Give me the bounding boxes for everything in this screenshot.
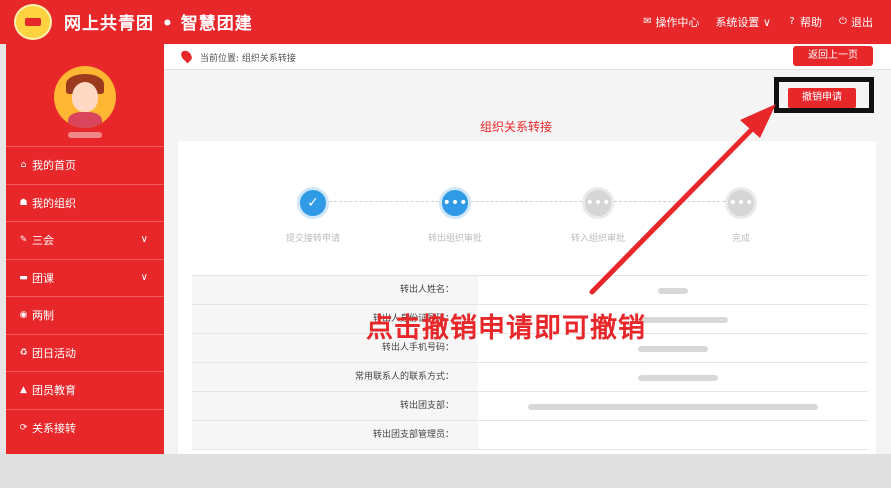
info-value bbox=[478, 421, 868, 449]
help-icon: ? bbox=[789, 16, 795, 27]
step-label: 转出组织审批 bbox=[427, 234, 482, 244]
brand-title: 网上共青团 • 智慧团建 bbox=[64, 9, 253, 34]
sidebar-item-label: 团日活动 bbox=[32, 346, 76, 360]
top-nav-item[interactable]: ⏻ 退出 bbox=[838, 14, 873, 30]
main-content: 当前位置: 组织关系转接 返回上一页 撤销申请 组织关系转接 ✓ 提交接转申请 ••… bbox=[164, 44, 891, 454]
sidebar-item-label: 团课 bbox=[32, 271, 54, 285]
top-nav-item[interactable]: ? 帮助 bbox=[787, 14, 822, 30]
breadcrumb-bar: 当前位置: 组织关系转接 返回上一页 bbox=[164, 44, 891, 70]
check-icon: ✓ bbox=[297, 187, 329, 219]
top-nav: ✉ 操作中心 系统设置 ∨? 帮助 ⏻ 退出 bbox=[642, 14, 873, 30]
chevron-down-icon: ∨ bbox=[140, 234, 148, 245]
more-dots-icon: ••• bbox=[725, 187, 757, 219]
home-icon: ⌂ bbox=[20, 160, 27, 171]
sidebar: ⌂ 我的首页 ☗ 我的组织 ✎ 三会 ∨ ▬ 团课 ∨ ◉ 两制 ♻ 团日活动 ▲ 团员教育 ⟳ 关系接转 bbox=[6, 44, 164, 454]
bottom-strip bbox=[0, 454, 891, 488]
username-redacted bbox=[68, 132, 102, 138]
sidebar-item-label: 关系接转 bbox=[32, 421, 76, 435]
sidebar-item-label: 我的组织 bbox=[32, 196, 76, 210]
sidebar-item-label: 三会 bbox=[32, 234, 54, 248]
graduation-icon: ▲ bbox=[20, 385, 27, 396]
sidebar-item-label: 我的首页 bbox=[32, 159, 76, 173]
power-icon: ⏻ bbox=[839, 16, 847, 27]
redacted-value bbox=[658, 288, 688, 294]
highlight-box bbox=[774, 77, 874, 113]
redacted-value bbox=[638, 375, 718, 381]
brand-main: 网上共青团 bbox=[64, 14, 154, 34]
progress-step: ••• 转入组织审批 bbox=[538, 187, 658, 244]
info-row: 转出团支部： bbox=[192, 392, 868, 421]
step-label: 转入组织审批 bbox=[570, 234, 625, 244]
step-label: 完成 bbox=[731, 234, 750, 244]
edit-icon: ✎ bbox=[19, 235, 28, 246]
info-value bbox=[478, 363, 868, 391]
progress-step: ✓ 提交接转申请 bbox=[253, 187, 373, 244]
info-row: 转出人姓名： bbox=[192, 276, 868, 305]
chevron-down-icon: ∨ bbox=[140, 271, 148, 283]
location-pin-icon bbox=[179, 48, 194, 64]
breadcrumb: 当前位置: 组织关系转接 bbox=[200, 54, 296, 64]
sidebar-item-label: 两制 bbox=[32, 309, 54, 323]
league-logo-icon bbox=[14, 4, 52, 40]
top-nav-item[interactable]: 系统设置 ∨ bbox=[715, 14, 771, 30]
group-icon: ☗ bbox=[19, 197, 28, 208]
redacted-value bbox=[638, 317, 728, 323]
sidebar-item[interactable]: ◉ 两制 bbox=[6, 296, 164, 334]
info-value bbox=[478, 276, 868, 304]
sidebar-item[interactable]: ☗ 我的组织 bbox=[6, 183, 164, 222]
redacted-value bbox=[528, 404, 818, 410]
recycle-icon: ♻ bbox=[19, 347, 28, 358]
circle-icon: ◉ bbox=[19, 310, 28, 321]
progress-step: ••• 完成 bbox=[681, 187, 801, 244]
annotation-text: 点击撤销申请即可撤销 bbox=[366, 313, 646, 344]
more-dots-icon: ••• bbox=[582, 187, 614, 219]
info-row: 常用联系人的联系方式： bbox=[192, 363, 868, 392]
info-value bbox=[478, 392, 868, 420]
top-nav-label: 退出 bbox=[851, 16, 873, 29]
info-row: 转出团支部管理员： bbox=[192, 421, 868, 450]
back-button[interactable]: 返回上一页 bbox=[793, 46, 873, 66]
folder-icon: ▬ bbox=[19, 272, 28, 283]
sidebar-menu: ⌂ 我的首页 ☗ 我的组织 ✎ 三会 ∨ ▬ 团课 ∨ ◉ 两制 ♻ 团日活动 ▲ 团员教育 ⟳ 关系接转 bbox=[6, 146, 164, 446]
sidebar-item[interactable]: ⌂ 我的首页 bbox=[6, 146, 164, 184]
info-key: 常用联系人的联系方式： bbox=[192, 363, 478, 391]
sidebar-item-label: 团员教育 bbox=[32, 384, 76, 398]
transfer-card: ✓ 提交接转申请 ••• 转出组织审批 ••• 转入组织审批 ••• 完成 转出人姓名： 转出人… bbox=[178, 141, 876, 454]
more-dots-icon: ••• bbox=[439, 187, 471, 219]
page-title: 组织关系转接 bbox=[479, 120, 552, 134]
info-key: 转出人姓名： bbox=[192, 276, 478, 304]
top-nav-label: 操作中心 bbox=[655, 16, 700, 29]
info-key: 转出团支部管理员： bbox=[192, 421, 478, 449]
top-header: 网上共青团 • 智慧团建 ✉ 操作中心 系统设置 ∨? 帮助 ⏻ 退出 bbox=[0, 0, 891, 44]
top-nav-item[interactable]: ✉ 操作中心 bbox=[642, 14, 699, 30]
sidebar-item[interactable]: ▲ 团员教育 bbox=[6, 371, 164, 409]
sidebar-item[interactable]: ⟳ 关系接转 bbox=[6, 408, 164, 447]
avatar[interactable] bbox=[54, 66, 116, 128]
top-nav-label: 帮助 bbox=[800, 16, 822, 29]
progress-step: ••• 转出组织审批 bbox=[395, 187, 515, 244]
sidebar-item[interactable]: ✎ 三会 ∨ bbox=[6, 221, 164, 259]
info-table: 转出人姓名： 转出人身份证号码： 转出人手机号码： 常用联系人的联系方式： 转出团支部：… bbox=[192, 275, 868, 450]
top-nav-label: 系统设置 ∨ bbox=[715, 16, 771, 29]
redacted-value bbox=[638, 346, 708, 352]
progress-steps: ✓ 提交接转申请 ••• 转出组织审批 ••• 转入组织审批 ••• 完成 bbox=[178, 187, 876, 247]
refresh-icon: ⟳ bbox=[19, 422, 28, 433]
info-key: 转出团支部： bbox=[192, 392, 478, 420]
brand-sub: • 智慧团建 bbox=[162, 14, 253, 34]
sidebar-item[interactable]: ▬ 团课 ∨ bbox=[6, 258, 164, 297]
step-label: 提交接转申请 bbox=[285, 234, 340, 244]
sidebar-item[interactable]: ♻ 团日活动 bbox=[6, 333, 164, 372]
mail-icon: ✉ bbox=[643, 16, 652, 27]
